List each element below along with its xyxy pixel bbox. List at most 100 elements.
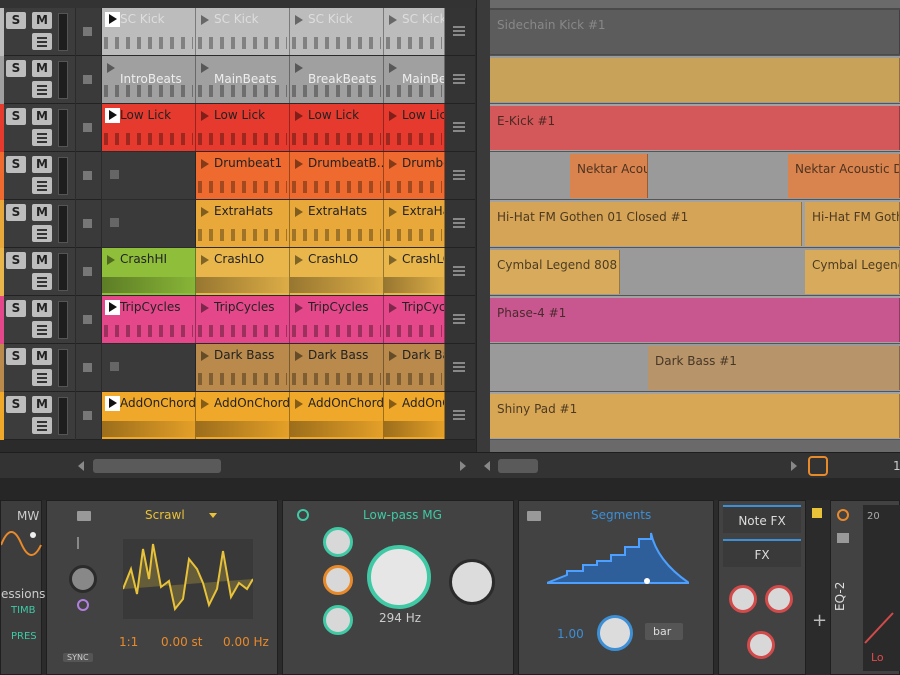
chevron-down-icon[interactable] [209, 513, 217, 518]
clip-slot[interactable]: Low Lick [290, 104, 384, 151]
folder-icon[interactable] [527, 511, 541, 521]
solo-button[interactable]: S [6, 396, 26, 413]
clip-launch-icon[interactable] [295, 207, 303, 217]
eq-graph[interactable]: 20 Lo [863, 505, 900, 671]
power-icon[interactable] [297, 509, 309, 521]
clip-launch-icon[interactable] [389, 15, 397, 25]
cutoff-knob[interactable] [367, 545, 431, 609]
clip-launch-icon[interactable] [389, 111, 397, 121]
track-header[interactable]: SM [0, 392, 75, 440]
clip-launch-icon[interactable] [201, 111, 209, 121]
stop-button[interactable] [76, 56, 101, 104]
arranger-clip[interactable]: E-Kick #1 [490, 106, 900, 150]
mute-button[interactable]: M [32, 348, 52, 365]
solo-button[interactable]: S [6, 300, 26, 317]
empty-slot-icon[interactable] [110, 170, 119, 179]
scrawl-title[interactable]: Scrawl [145, 508, 185, 522]
track-menu-icon[interactable] [32, 225, 52, 242]
clip-slot[interactable]: Dark Bass [290, 344, 384, 391]
mix-knob[interactable] [747, 631, 775, 659]
track-menu-icon[interactable] [32, 33, 52, 50]
clip-launch-icon[interactable] [201, 63, 209, 73]
arranger-clip[interactable]: Hi-Hat FM Gothen 01 Closed #1 [490, 202, 802, 246]
clip-slot[interactable]: Low Lick [384, 104, 445, 151]
track-header[interactable]: SM [0, 104, 75, 152]
clip-launch-icon[interactable] [389, 207, 397, 217]
clip-slot[interactable]: Dark Bass [196, 344, 290, 391]
unit-select[interactable]: bar [645, 623, 684, 640]
scene-launch-icon[interactable] [445, 296, 475, 344]
clip-slot[interactable]: MainBeats [196, 56, 290, 103]
track-header[interactable]: SM [0, 296, 75, 344]
clip-launch-icon[interactable] [295, 351, 303, 361]
clip-slot[interactable]: SC Kick [196, 8, 290, 55]
arranger-clip[interactable]: Sidechain Kick #1 [490, 10, 900, 54]
clip-slot[interactable]: IntroBeats [102, 56, 196, 103]
arranger-clip[interactable]: Shiny Pad #1 [490, 394, 900, 438]
clip-slot[interactable]: SC Kick [102, 8, 196, 55]
scene-launch-icon[interactable] [445, 248, 475, 296]
arranger-clip[interactable]: Nektar Acoustic Dru [788, 154, 900, 198]
arranger-scrollbar-thumb[interactable] [498, 459, 538, 473]
scene-launch-icon[interactable] [445, 8, 475, 56]
mute-button[interactable]: M [32, 204, 52, 221]
solo-button[interactable]: S [6, 348, 26, 365]
clip-launch-icon[interactable] [389, 63, 397, 73]
clip-slot[interactable]: SC Kick [290, 8, 384, 55]
clip-launch-icon[interactable] [389, 399, 397, 409]
launcher-scrollbar-thumb[interactable] [93, 459, 221, 473]
pan-knob[interactable] [765, 585, 793, 613]
play-icon[interactable] [105, 108, 120, 123]
track-menu-icon[interactable] [32, 273, 52, 290]
track-header[interactable]: SM [0, 248, 75, 296]
track-header[interactable]: SM [0, 152, 75, 200]
add-device-icon[interactable]: + [812, 610, 827, 631]
mute-button[interactable]: M [32, 300, 52, 317]
arranger-clip[interactable] [490, 58, 900, 102]
solo-button[interactable]: S [6, 252, 26, 269]
env-knob[interactable] [323, 605, 353, 635]
resonance-knob[interactable] [323, 527, 353, 557]
clip-slot[interactable]: MainBeats [384, 56, 445, 103]
scene-launch-icon[interactable] [445, 104, 475, 152]
play-icon[interactable] [105, 396, 120, 411]
segments-value[interactable]: 1.00 [557, 627, 584, 641]
clip-slot[interactable]: AddOnChord [196, 392, 290, 439]
clip-slot[interactable]: DrumbeatB... [290, 152, 384, 199]
track-menu-icon[interactable] [32, 417, 52, 434]
segments-title[interactable]: Segments [591, 508, 651, 522]
clip-slot[interactable]: Low Lick [102, 104, 196, 151]
clip-slot[interactable]: CrashLO [196, 248, 290, 295]
clip-slot[interactable] [102, 344, 196, 391]
mute-button[interactable]: M [32, 396, 52, 413]
fx-button[interactable]: FX [723, 539, 801, 567]
clip-launch-icon[interactable] [201, 207, 209, 217]
clip-slot[interactable]: Dark Bass [384, 344, 445, 391]
clip-slot[interactable]: ExtraHats [384, 200, 445, 247]
clip-launch-icon[interactable] [201, 303, 209, 313]
arranger-clip[interactable]: Cymbal Legend 8 [805, 250, 900, 294]
sync-icon[interactable] [77, 599, 89, 611]
follow-icon[interactable] [808, 456, 828, 476]
clip-slot[interactable]: TripCycles [102, 296, 196, 343]
rate-knob[interactable] [69, 565, 97, 593]
clip-slot[interactable]: Drumbeat1 [196, 152, 290, 199]
drive-knob[interactable] [323, 565, 353, 595]
clip-launch-icon[interactable] [295, 399, 303, 409]
empty-slot-icon[interactable] [110, 362, 119, 371]
clip-launch-icon[interactable] [295, 303, 303, 313]
ratio-value[interactable]: 1:1 [119, 635, 138, 649]
clip-slot[interactable]: TripCycles [196, 296, 290, 343]
solo-button[interactable]: S [6, 108, 26, 125]
segments-knob[interactable] [597, 615, 633, 651]
clip-slot[interactable]: SC Kick [384, 8, 445, 55]
clip-slot[interactable]: ExtraHats [196, 200, 290, 247]
solo-button[interactable]: S [6, 60, 26, 77]
clip-launch-icon[interactable] [389, 351, 397, 361]
clip-slot[interactable]: Drumbeat [384, 152, 445, 199]
clip-slot[interactable]: AddOnChord [384, 392, 445, 439]
clip-slot[interactable] [102, 200, 196, 247]
track-header[interactable]: SM [0, 344, 75, 392]
track-menu-icon[interactable] [32, 369, 52, 386]
clip-launch-icon[interactable] [201, 15, 209, 25]
